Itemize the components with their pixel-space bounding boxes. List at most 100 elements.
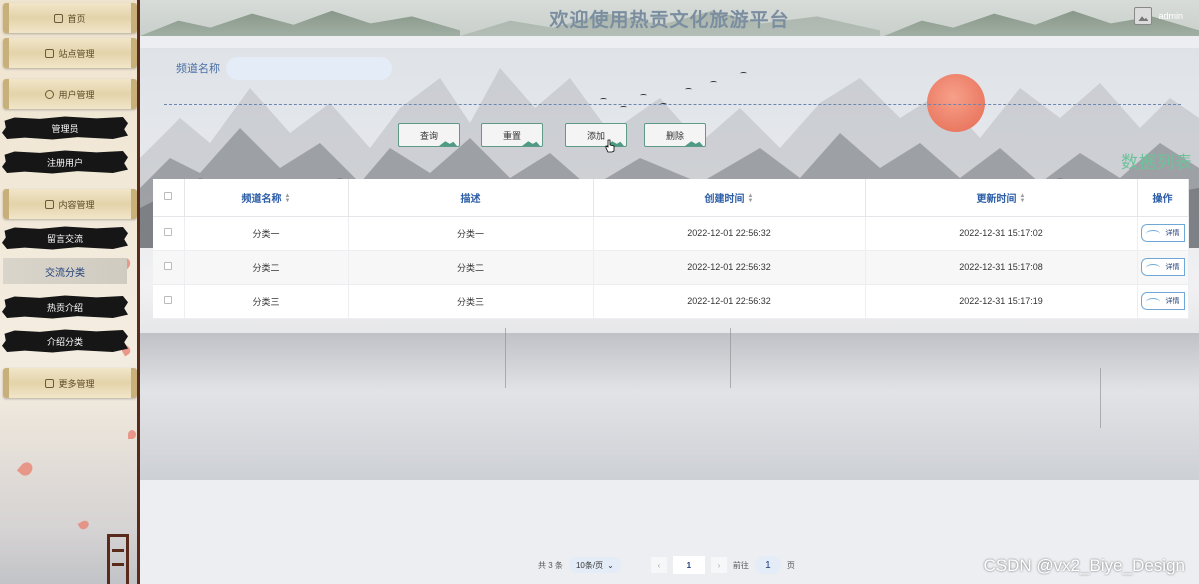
column-header-label: 频道名称 [241,193,282,205]
cell-name: 分类二 [184,250,349,285]
button-label: 删除 [665,130,684,141]
sidebar-subitem-intro-category[interactable]: 介绍分类 [2,329,128,353]
sidebar-item-label: 用户管理 [58,89,95,100]
table-row: 分类三 分类三 2022-12-01 22:56:32 2022-12-31 1… [153,284,1189,319]
pagination: 共 3 条 10条/页 ⌄ ‹ 1 › 前往 页 [538,556,795,574]
cell-created: 2022-12-01 22:56:32 [593,216,866,251]
sidebar-item-label: 站点管理 [58,48,95,59]
prev-page-button[interactable]: ‹ [650,557,667,573]
goto-page-input[interactable] [754,556,781,574]
bird-decoration [710,81,717,84]
button-label: 添加 [586,130,605,141]
sidebar-subitem-intro[interactable]: 热贡介绍 [2,295,128,319]
table-row: 分类二 分类二 2022-12-01 22:56:32 2022-12-31 1… [153,250,1189,285]
select-all-checkbox[interactable] [164,191,173,200]
sidebar-item-more[interactable]: 更多管理 [3,368,137,398]
sidebar-subitem-registered[interactable]: 注册用户 [2,150,128,174]
cell-action: 详情 [1137,216,1189,251]
column-header-updated[interactable]: 更新时间 ▲ ▼ [865,179,1138,217]
bird-decoration [600,98,607,101]
sidebar-item-user[interactable]: 用户管理 [3,79,137,109]
sidebar-item-site[interactable]: 站点管理 [3,38,137,68]
user-icon [45,89,55,99]
table-row: 分类一 分类一 2022-12-01 22:56:32 2022-12-31 1… [153,216,1189,251]
pagination-total: 共 3 条 [538,560,563,570]
sidebar-item-label: 更多管理 [58,378,95,389]
cell-desc: 分类二 [348,250,594,285]
detail-button[interactable]: 详情 [1140,292,1185,310]
chat-icon [45,378,55,388]
tree-decoration [730,328,770,388]
data-list-title: 数据列表 [1121,153,1193,172]
cell-created: 2022-12-01 22:56:32 [593,250,866,285]
detail-button[interactable]: 详情 [1140,258,1185,276]
column-header-label: 创建时间 [704,193,745,205]
cell-updated: 2022-12-31 15:17:02 [865,216,1138,251]
sidebar-item-label: 热贡介绍 [46,302,83,313]
goto-suffix: 页 [786,560,795,570]
chat-icon [45,48,55,58]
row-checkbox[interactable] [164,228,173,236]
sidebar-item-label: 管理员 [51,123,79,134]
avatar-icon[interactable] [1134,7,1153,25]
sidebar-item-label: 首页 [67,13,86,24]
table-header-row: 频道名称 ▲ ▼ 描述 创建时间 ▲ ▼ 更新时间 ▲ ▼ 操作 [153,179,1189,217]
goto-prefix: 前往 [732,560,749,570]
data-table: 频道名称 ▲ ▼ 描述 创建时间 ▲ ▼ 更新时间 ▲ ▼ 操作 分类一 分类一 2022-… [153,179,1189,319]
chevron-down-icon: ⌄ [607,560,614,570]
add-button[interactable]: 添加 [565,123,627,147]
reset-button[interactable]: 重置 [481,123,543,147]
petal-decoration [16,459,36,479]
channel-name-input[interactable] [226,57,392,80]
button-label: 查询 [419,130,438,141]
sidebar-item-label: 介绍分类 [46,336,83,347]
cell-action: 详情 [1137,250,1189,285]
sidebar-item-home[interactable]: 首页 [3,3,137,33]
sidebar-subitem-comments[interactable]: 留言交流 [2,226,128,250]
row-checkbox[interactable] [164,262,173,270]
search-label: 频道名称 [176,63,220,75]
top-header: 欢迎使用热贡文化旅游平台 admin [140,0,1199,36]
mouse-cursor-icon [605,139,615,153]
column-header-created[interactable]: 创建时间 ▲ ▼ [593,179,866,217]
lake-decoration [140,333,1199,480]
cell-action: 详情 [1137,284,1189,319]
username: admin [1158,11,1183,21]
sidebar-item-label: 注册用户 [46,157,83,168]
next-page-button[interactable]: › [710,557,727,573]
sort-icon[interactable]: ▲ ▼ [1020,193,1026,204]
bird-decoration [685,88,692,91]
row-select-cell[interactable] [153,216,185,251]
sidebar-subitem-categories-active[interactable]: 交流分类 [3,258,127,284]
button-label: 重置 [502,130,521,141]
detail-button[interactable]: 详情 [1140,224,1185,242]
column-header-action: 操作 [1137,179,1189,217]
petal-decoration [128,430,136,439]
sort-icon[interactable]: ▲ ▼ [748,193,754,204]
main-content: 频道名称 查询 重置 添加 删除 数据列表 频道名称 ▲ ▼ 描述 创建时间 ▲ ▼ 更… [140,36,1199,584]
row-select-cell[interactable] [153,250,185,285]
column-header-label: 操作 [1152,193,1173,205]
petal-decoration [77,519,91,531]
sun-decoration [927,74,985,132]
tree-decoration [505,328,545,388]
row-checkbox[interactable] [164,296,173,304]
sidebar-subitem-admin[interactable]: 管理员 [2,116,128,140]
bird-decoration [740,72,747,75]
sort-icon[interactable]: ▲ ▼ [285,193,291,204]
cell-desc: 分类三 [348,284,594,319]
bird-decoration [640,94,647,97]
row-select-cell[interactable] [153,284,185,319]
page-size-select[interactable]: 10条/页 ⌄ [568,557,621,573]
sidebar-item-content[interactable]: 内容管理 [3,189,137,219]
document-icon [45,199,55,209]
query-button[interactable]: 查询 [398,123,460,147]
select-all-cell[interactable] [153,179,185,217]
bird-decoration [620,106,627,109]
current-page-button[interactable]: 1 [672,556,705,574]
column-header-name[interactable]: 频道名称 ▲ ▼ [184,179,349,217]
cell-desc: 分类一 [348,216,594,251]
watermark: CSDN @vx2_Biye_Design [983,556,1185,575]
delete-button[interactable]: 删除 [644,123,706,147]
user-menu[interactable]: admin [1134,7,1183,25]
